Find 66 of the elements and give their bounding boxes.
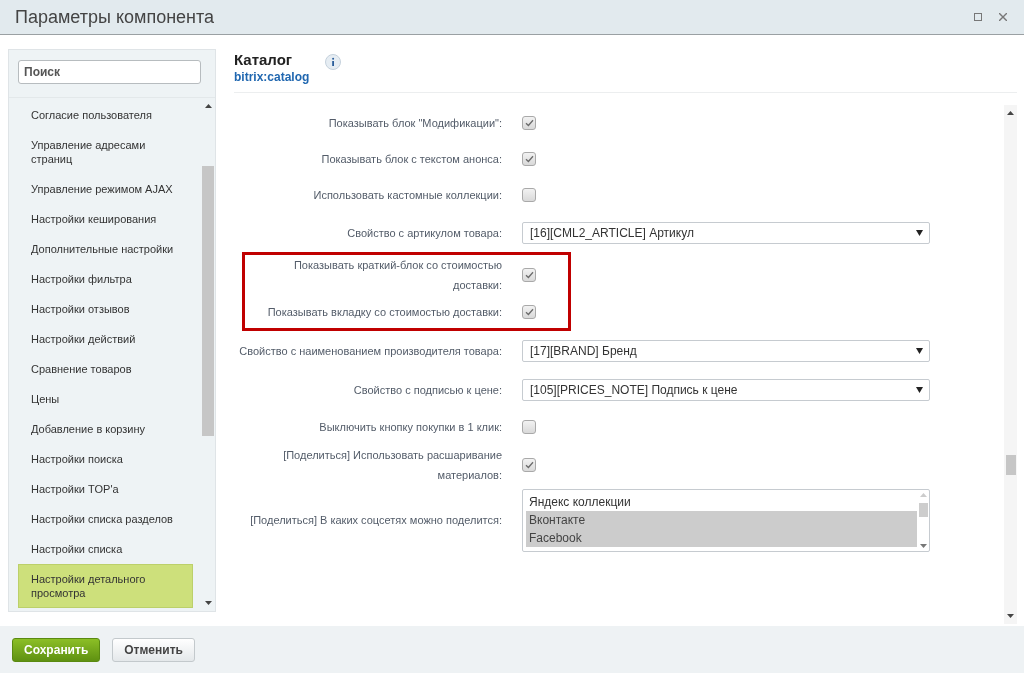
caret-icon bbox=[916, 229, 923, 236]
search-field[interactable]: Поиск bbox=[18, 60, 201, 84]
field-label: Свойство с подписью к цене: bbox=[353, 382, 502, 398]
checkbox[interactable] bbox=[522, 268, 536, 282]
field-label: Показывать вкладку со стоимостью доставки: bbox=[267, 304, 502, 320]
field-label: [Поделиться] В каких соцсетях можно поделится: bbox=[250, 513, 502, 528]
sidebar-item[interactable]: Сравнение товаров bbox=[18, 354, 193, 384]
scroll-down-icon bbox=[204, 601, 212, 605]
scroll-thumb[interactable] bbox=[1005, 455, 1016, 475]
cancel-button[interactable]: Отменить bbox=[112, 637, 195, 662]
check-icon bbox=[524, 307, 534, 316]
window-title: Параметры компонента bbox=[15, 5, 215, 29]
select-field[interactable]: [17][BRAND] Бренд bbox=[522, 339, 930, 362]
scroll-down-icon bbox=[919, 543, 927, 548]
list-option[interactable]: Вконтакте bbox=[526, 510, 917, 529]
field-label: Свойство с наименованием производителя товара: bbox=[239, 343, 502, 359]
sidebar-item[interactable]: Управление режимом AJAX bbox=[18, 174, 193, 204]
field-label: Показывать блок с текстом анонса: bbox=[321, 152, 502, 167]
checkbox[interactable] bbox=[522, 116, 536, 130]
info-icon[interactable] bbox=[325, 54, 342, 70]
checkbox[interactable] bbox=[522, 152, 536, 166]
check-icon bbox=[524, 461, 534, 469]
sidebar-item[interactable]: Настройки действий bbox=[18, 324, 193, 354]
sidebar-item[interactable]: Настройки списка bbox=[18, 534, 193, 564]
sidebar-item[interactable]: Согласие пользователя bbox=[18, 100, 193, 130]
scroll-up-icon bbox=[919, 492, 927, 497]
list-option[interactable]: Яндекс коллекции bbox=[526, 492, 917, 511]
scroll-down-icon bbox=[1007, 614, 1014, 618]
field-label: Свойство с артикулом товара: bbox=[347, 225, 502, 241]
field-label: Использовать кастомные коллекции: bbox=[313, 188, 502, 203]
scroll-up-icon bbox=[204, 104, 212, 108]
sidebar-item[interactable]: Настройки поиска bbox=[18, 444, 193, 474]
check-icon bbox=[524, 119, 534, 127]
sidebar-item[interactable]: Настройки отзывов bbox=[18, 294, 193, 324]
sidebar-item[interactable]: Настройки TOP'а bbox=[18, 474, 193, 504]
sidebar-item[interactable]: Настройки списка разделов bbox=[18, 504, 193, 534]
maximize-icon[interactable] bbox=[974, 13, 982, 21]
select-field[interactable]: [105][PRICES_NOTE] Подпись к цене bbox=[522, 378, 930, 401]
sidebar-item[interactable]: Настройки кеширования bbox=[18, 204, 193, 234]
sidebar-item[interactable]: Дополнительные настройки bbox=[18, 234, 193, 264]
scroll-thumb[interactable] bbox=[202, 166, 214, 436]
checkbox[interactable] bbox=[522, 458, 536, 472]
scroll-up-icon bbox=[1007, 111, 1014, 115]
caret-icon bbox=[916, 386, 923, 393]
checkbox[interactable] bbox=[522, 420, 536, 434]
field-label: Выключить кнопку покупки в 1 клик: bbox=[319, 420, 502, 435]
check-icon bbox=[524, 155, 534, 163]
field-label: Показывать блок "Модификации": bbox=[328, 116, 502, 131]
sidebar-item[interactable]: Настройки детального просмотра bbox=[18, 564, 193, 608]
component-title: Каталог bbox=[234, 51, 294, 69]
field-label: Показывать краткий-блок со стоимостью доставки: bbox=[292, 258, 502, 293]
field-label: [Поделиться] Использовать расшаривание материалов: bbox=[282, 448, 502, 483]
close-icon[interactable] bbox=[999, 13, 1007, 21]
sidebar-item[interactable]: Добавление в корзину bbox=[18, 414, 193, 444]
sidebar-item[interactable]: Цены bbox=[18, 384, 193, 414]
checkbox[interactable] bbox=[522, 188, 536, 202]
component-code: bitrix:catalog bbox=[234, 69, 310, 85]
scroll-thumb[interactable] bbox=[918, 503, 928, 517]
scrollbar[interactable] bbox=[1004, 105, 1017, 624]
sidebar-item[interactable]: Управление адресами страниц bbox=[18, 130, 193, 174]
select-field[interactable]: [16][CML2_ARTICLE] Артикул bbox=[522, 221, 930, 244]
sidebar-item[interactable]: Настройки фильтра bbox=[18, 264, 193, 294]
scrollbar[interactable] bbox=[917, 492, 929, 548]
checkbox[interactable] bbox=[522, 304, 536, 319]
caret-icon bbox=[916, 347, 923, 354]
check-icon bbox=[524, 271, 534, 279]
